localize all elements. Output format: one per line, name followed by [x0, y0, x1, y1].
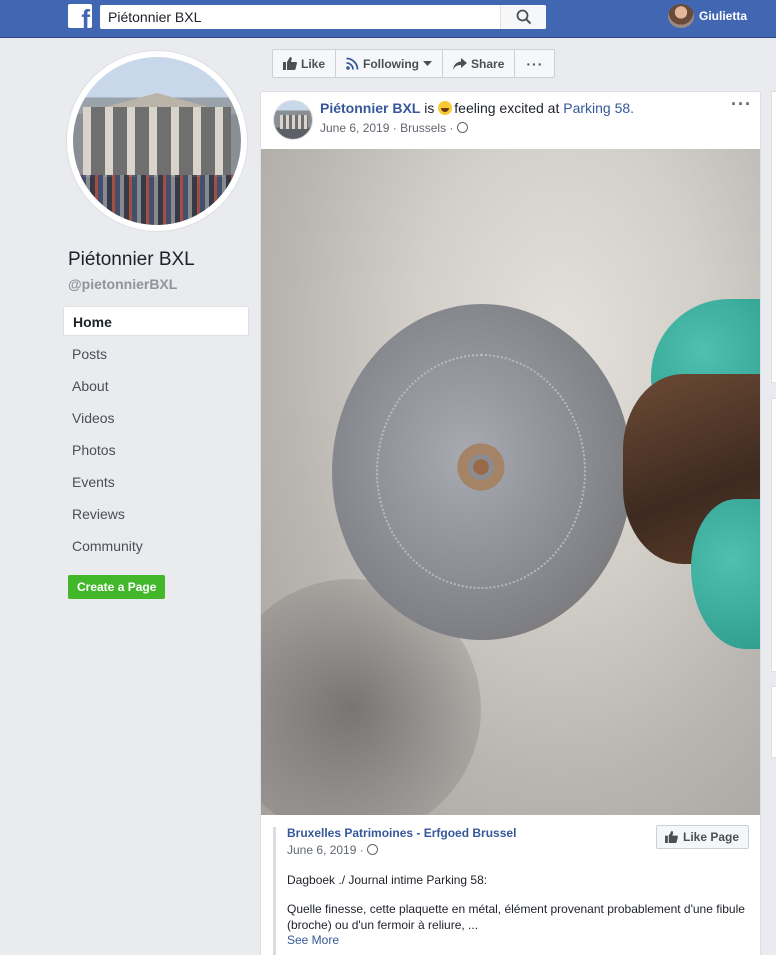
post-author-avatar[interactable] [273, 100, 313, 140]
post-options-button[interactable]: ··· [731, 94, 752, 115]
globe-icon [456, 122, 468, 133]
page-profile-picture[interactable] [66, 50, 248, 232]
post-date-link[interactable]: June 6, 2019 [320, 121, 389, 135]
rss-icon [346, 57, 359, 70]
profile-picture-image [73, 57, 241, 225]
create-page-button[interactable]: Create a Page [68, 575, 166, 599]
share-button-label: Share [471, 56, 505, 71]
search-input[interactable]: Piétonnier BXL [100, 5, 546, 29]
avatar[interactable] [668, 4, 694, 28]
search-icon [516, 9, 532, 25]
facebook-logo-icon[interactable]: f [68, 4, 92, 28]
search-input-value[interactable]: Piétonnier BXL [108, 9, 201, 25]
nav-item-reviews[interactable]: Reviews [63, 498, 249, 530]
more-options-button[interactable]: ··· [515, 50, 554, 77]
excited-emoji-icon [438, 101, 453, 115]
share-button[interactable]: Share [443, 50, 516, 77]
post-photo[interactable] [261, 149, 760, 815]
like-button-label: Like [301, 56, 326, 71]
shared-date-link[interactable]: June 6, 2019 [287, 843, 356, 857]
like-page-label: Like Page [683, 830, 740, 844]
post-location-link[interactable]: Brussels [400, 121, 446, 135]
post-place-link[interactable]: Parking 58. [563, 100, 634, 116]
thumbs-up-icon [283, 57, 297, 70]
right-column-card [771, 91, 776, 383]
nav-item-photos[interactable]: Photos [63, 434, 249, 466]
page-handle[interactable]: @pietonnierBXL [68, 276, 177, 292]
page-title[interactable]: Piétonnier BXL [68, 249, 195, 271]
right-column-card [771, 686, 776, 758]
more-options-label: ··· [526, 55, 544, 72]
top-navigation-bar: f Piétonnier BXL Giulietta [0, 0, 776, 38]
page-nav: Home Posts About Videos Photos Events Re… [63, 306, 249, 562]
page-action-bar: Like Following Share ··· [272, 49, 556, 78]
nav-item-home[interactable]: Home [63, 306, 249, 336]
shared-text-body: Quelle finesse, cette plaquette en métal… [287, 902, 745, 932]
like-page-button[interactable]: Like Page [656, 825, 750, 849]
post-feeling: feeling excited at [454, 100, 560, 116]
shared-post: Bruxelles Patrimoines - Erfgoed Brussel … [273, 825, 753, 955]
nav-item-posts[interactable]: Posts [63, 338, 249, 370]
nav-item-community[interactable]: Community [63, 530, 249, 562]
chevron-down-icon [423, 60, 433, 66]
shared-source-link[interactable]: Bruxelles Patrimoines - Erfgoed Brussel [287, 826, 516, 840]
profile-name[interactable]: Giulietta [699, 9, 747, 23]
following-button[interactable]: Following [336, 50, 444, 77]
search-button[interactable] [500, 5, 546, 29]
nav-item-events[interactable]: Events [63, 466, 249, 498]
shared-date: June 6, 2019 · [287, 843, 379, 857]
nav-item-about[interactable]: About [63, 370, 249, 402]
following-button-label: Following [363, 56, 420, 71]
shared-text-title: Dagboek ./ Journal intime Parking 58: [287, 873, 488, 887]
post-meta: June 6, 2019 · Brussels · [320, 121, 468, 135]
post-card: Piétonnier BXL is feeling excited at Par… [260, 91, 761, 955]
thumbs-up-icon [665, 831, 678, 843]
right-column-card [771, 398, 776, 672]
post-author-link[interactable]: Piétonnier BXL [320, 100, 420, 116]
globe-icon [367, 844, 379, 855]
like-button[interactable]: Like [273, 50, 337, 77]
post-verb: is [424, 100, 435, 116]
share-arrow-icon [453, 57, 468, 70]
see-more-link[interactable]: See More [287, 933, 339, 947]
nav-item-videos[interactable]: Videos [63, 402, 249, 434]
post-header: Piétonnier BXL is feeling excited at Par… [320, 100, 634, 116]
